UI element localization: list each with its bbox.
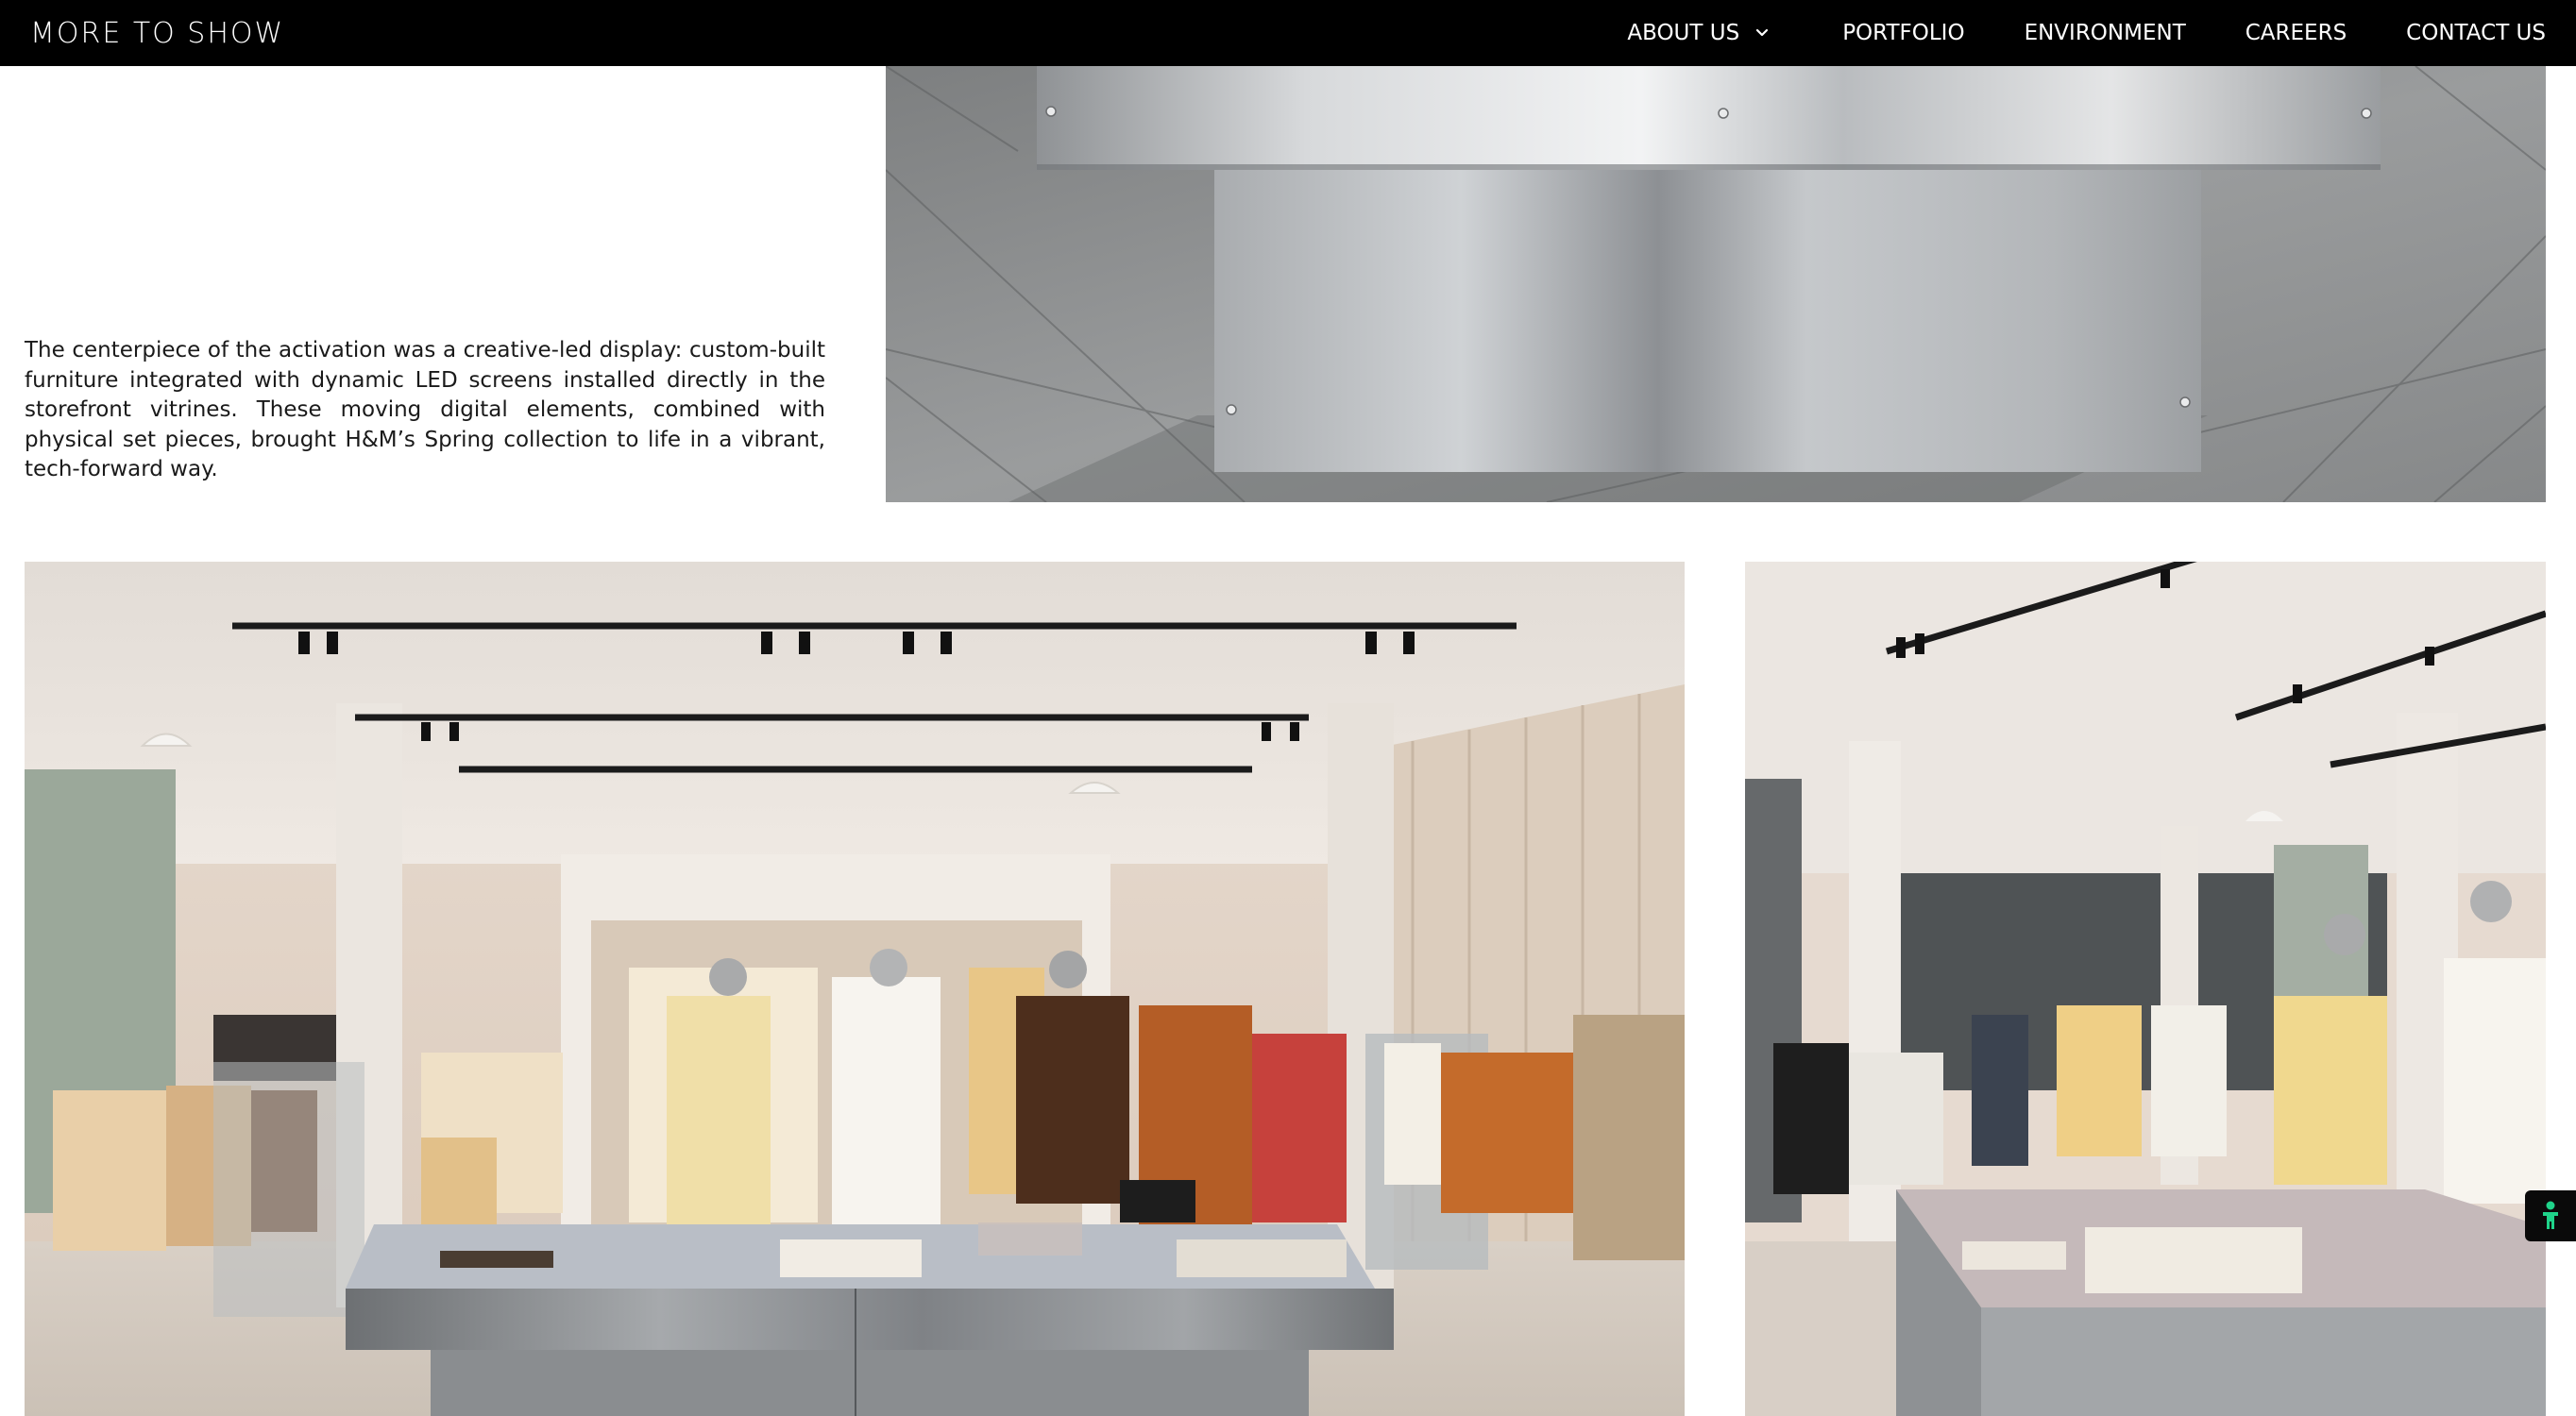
chevron-down-icon [1756,28,1769,37]
nav-item-environment[interactable]: ENVIRONMENT [2025,21,2186,45]
store-interior-photo [25,562,1685,1416]
main-nav: ABOUT US PORTFOLIO ENVIRONMENT CAREERS C… [1627,0,2546,66]
nav-item-about-us[interactable]: ABOUT US [1627,21,1771,45]
site-logo[interactable]: MORE TO SHOW [30,17,284,50]
top-navigation-bar: MORE TO SHOW ABOUT US PORTFOLIO ENVIRONM… [0,0,2576,66]
accessibility-widget-button[interactable] [2525,1190,2576,1241]
nav-item-portfolio[interactable]: PORTFOLIO [1842,21,1964,45]
accessibility-person-icon [2543,1201,2558,1229]
nav-item-careers[interactable]: CAREERS [2246,21,2347,45]
nav-item-contact-us[interactable]: CONTACT US [2406,21,2546,45]
store-interior-photo-2 [1745,562,2546,1416]
nav-item-label: ABOUT US [1627,21,1740,45]
intro-paragraph: The centerpiece of the activation was a … [25,338,825,481]
display-base-photo [886,66,2546,502]
